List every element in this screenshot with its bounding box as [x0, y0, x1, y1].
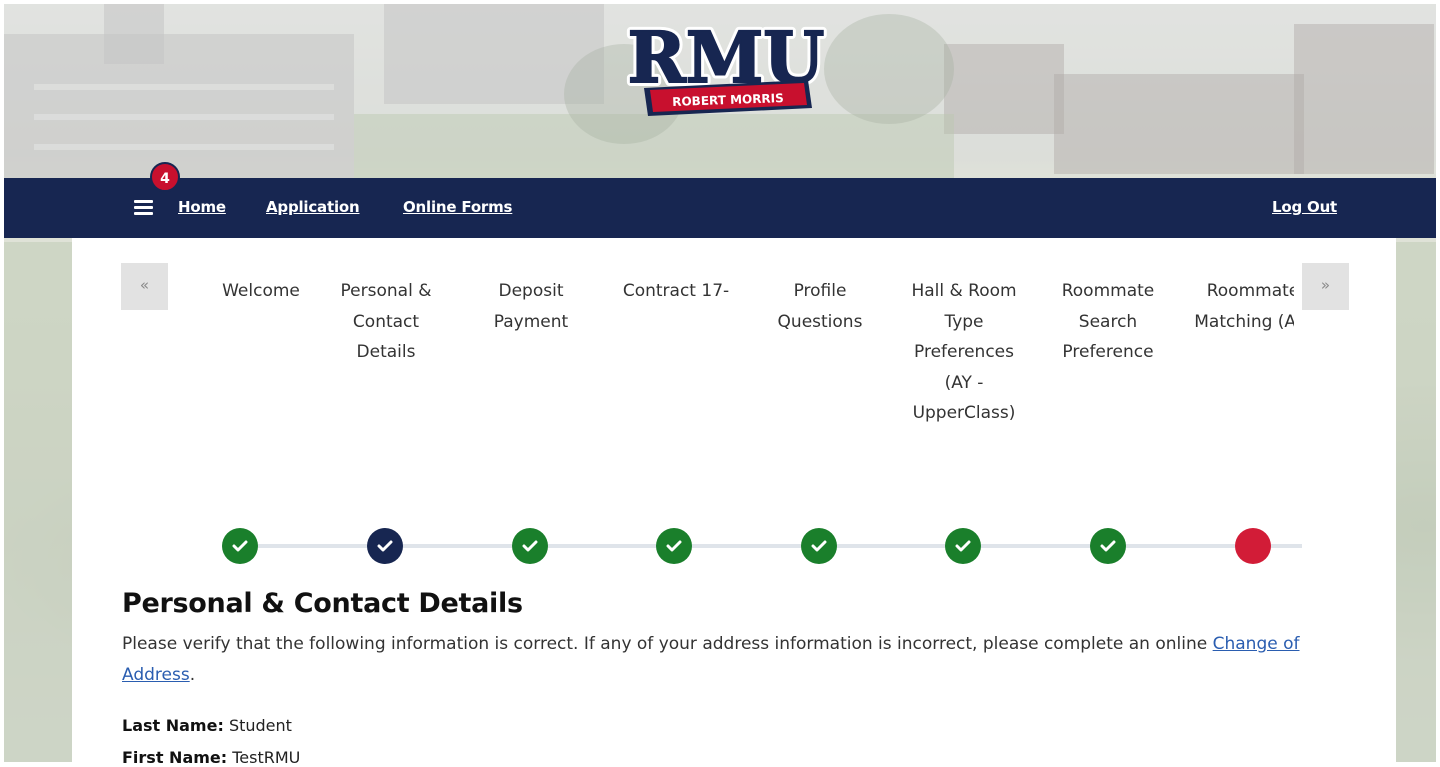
step-status-incomplete-icon[interactable] — [1235, 528, 1271, 564]
page-title: Personal & Contact Details — [122, 588, 523, 619]
step-roommate-matching[interactable]: Roommate Matching (AY) — [1188, 276, 1294, 337]
nav-link-online-forms[interactable]: Online Forms — [403, 198, 512, 216]
step-contract[interactable]: Contract 17- — [611, 276, 741, 307]
step-deposit-payment[interactable]: Deposit Payment — [466, 276, 596, 337]
step-profile-questions[interactable]: Profile Questions — [755, 276, 885, 337]
hamburger-menu-icon[interactable] — [134, 198, 154, 216]
intro-text: Please verify that the following informa… — [122, 634, 1213, 654]
rmu-logo[interactable]: RMU RMU ROBERT MORRIS — [620, 18, 832, 120]
step-status-complete-icon[interactable] — [945, 528, 981, 564]
intro-suffix: . — [189, 665, 196, 685]
top-navigation-bar: Home Application Online Forms Log Out — [4, 178, 1436, 238]
steps-next-button[interactable]: » — [1302, 263, 1349, 310]
step-status-complete-icon[interactable] — [512, 528, 548, 564]
first-name-value: TestRMU — [232, 748, 301, 767]
first-name-field: First Name: TestRMU — [122, 748, 300, 767]
intro-paragraph: Please verify that the following informa… — [122, 629, 1352, 691]
last-name-field: Last Name: Student — [122, 716, 292, 735]
notification-count-badge[interactable]: 4 — [150, 162, 180, 192]
nav-link-application[interactable]: Application — [266, 198, 360, 216]
last-name-value: Student — [228, 716, 292, 735]
steps-prev-button[interactable]: « — [121, 263, 168, 310]
step-status-complete-icon[interactable] — [656, 528, 692, 564]
application-steps-carousel: Welcome Personal & Contact Details Depos… — [196, 276, 1294, 476]
last-name-label: Last Name: — [122, 716, 224, 735]
step-hall-room-preferences[interactable]: Hall & Room Type Preferences (AY - Upper… — [899, 276, 1029, 429]
nav-link-home[interactable]: Home — [178, 198, 226, 216]
main-content-panel: « Welcome Personal & Contact Details Dep… — [72, 238, 1396, 767]
step-status-complete-icon[interactable] — [801, 528, 837, 564]
step-personal-contact-details[interactable]: Personal & Contact Details — [321, 276, 451, 368]
step-status-complete-icon[interactable] — [222, 528, 258, 564]
first-name-label: First Name: — [122, 748, 228, 767]
step-status-complete-icon[interactable] — [1090, 528, 1126, 564]
step-welcome[interactable]: Welcome — [196, 276, 326, 307]
step-status-current-icon[interactable] — [367, 528, 403, 564]
step-roommate-search-preference[interactable]: Roommate Search Preference — [1043, 276, 1173, 368]
logout-link[interactable]: Log Out — [1272, 198, 1337, 216]
